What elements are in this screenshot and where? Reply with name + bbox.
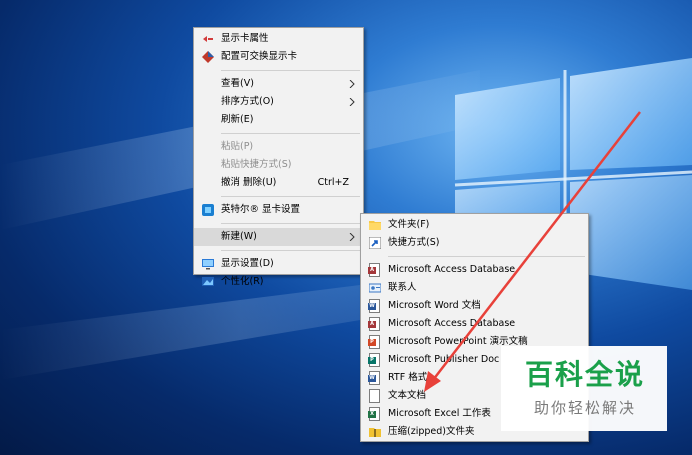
new-item-access-database-2[interactable]: A Microsoft Access Database <box>361 315 588 333</box>
intel-graphics-icon <box>202 204 214 216</box>
menu-item-label: 显示设置(D) <box>221 258 274 269</box>
menu-item-label: 粘贴(P) <box>221 141 254 152</box>
menu-item-label: Microsoft Excel 工作表 <box>388 408 491 419</box>
folder-icon <box>369 221 381 230</box>
menu-separator <box>221 196 360 197</box>
menu-item-sort-by[interactable]: 排序方式(O) <box>194 93 363 111</box>
menu-item-paste-shortcut: 粘贴快捷方式(S) <box>194 156 363 174</box>
access-icon: A <box>368 317 380 331</box>
menu-item-new[interactable]: 新建(W) <box>194 228 363 246</box>
chevron-right-icon <box>349 80 355 88</box>
new-item-word-document[interactable]: W Microsoft Word 文档 <box>361 297 588 315</box>
menu-item-view[interactable]: 查看(V) <box>194 75 363 93</box>
graphics-properties-icon <box>203 36 213 42</box>
menu-item-label: 压缩(zipped)文件夹 <box>388 426 475 437</box>
new-item-contact[interactable]: 联系人 <box>361 279 588 297</box>
menu-item-label: 配置可交换显示卡 <box>221 51 298 62</box>
new-item-shortcut[interactable]: 快捷方式(S) <box>361 234 588 252</box>
menu-item-switchable-graphics[interactable]: 配置可交换显示卡 <box>194 48 363 66</box>
menu-separator <box>221 70 360 71</box>
menu-item-label: 快捷方式(S) <box>388 237 440 248</box>
word-icon: W <box>368 299 380 313</box>
publisher-icon: P <box>368 353 380 367</box>
menu-item-label: 文件夹(F) <box>388 219 430 230</box>
personalize-icon <box>202 277 214 286</box>
zip-folder-icon <box>369 428 381 437</box>
menu-item-shortcut: Ctrl+Z <box>317 177 349 188</box>
menu-separator <box>221 250 360 251</box>
excel-icon: X <box>368 407 380 421</box>
menu-item-label: 显示卡属性 <box>221 33 269 44</box>
menu-item-label: 撤消 删除(U) <box>221 177 277 188</box>
menu-item-label: 查看(V) <box>221 78 254 89</box>
text-document-icon <box>369 389 380 403</box>
display-settings-icon <box>202 259 214 270</box>
desktop-context-menu: 显示卡属性 配置可交换显示卡 查看(V) 排序方式(O) 刷新(E) 粘贴(P)… <box>193 27 364 287</box>
menu-item-label: 英特尔® 显卡设置 <box>221 204 301 215</box>
menu-item-display-settings[interactable]: 显示设置(D) <box>194 255 363 273</box>
menu-item-label: 刷新(E) <box>221 114 254 125</box>
switchable-graphics-icon <box>202 51 214 63</box>
menu-item-label: 排序方式(O) <box>221 96 274 107</box>
menu-item-label: Microsoft Word 文档 <box>388 300 481 311</box>
rtf-icon: W <box>368 371 380 385</box>
chevron-right-icon <box>349 233 355 241</box>
menu-item-personalize[interactable]: 个性化(R) <box>194 273 363 291</box>
menu-item-label: Microsoft Access Database <box>388 318 516 329</box>
access-icon: A <box>368 263 380 277</box>
chevron-right-icon <box>349 98 355 106</box>
menu-separator <box>221 133 360 134</box>
new-item-access-database[interactable]: A Microsoft Access Database <box>361 261 588 279</box>
menu-item-label: 文本文档 <box>388 390 427 401</box>
contact-icon <box>369 283 381 293</box>
watermark-subtitle: 助你轻松解决 <box>533 399 636 417</box>
menu-item-paste: 粘贴(P) <box>194 138 363 156</box>
menu-item-label: 粘贴快捷方式(S) <box>221 159 292 170</box>
powerpoint-icon: P <box>368 335 380 349</box>
menu-item-label: 新建(W) <box>221 231 257 242</box>
menu-item-label: Microsoft Publisher Doc <box>388 354 500 365</box>
new-item-folder[interactable]: 文件夹(F) <box>361 216 588 234</box>
watermark: 百科全说 助你轻松解决 <box>501 346 667 431</box>
menu-item-label: 个性化(R) <box>221 276 264 287</box>
menu-item-undo-delete[interactable]: 撤消 删除(U) Ctrl+Z <box>194 174 363 192</box>
menu-item-intel-graphics[interactable]: 英特尔® 显卡设置 <box>194 201 363 219</box>
menu-separator <box>221 223 360 224</box>
menu-item-label: RTF 格式 <box>388 372 428 383</box>
watermark-title: 百科全说 <box>524 358 645 391</box>
menu-separator <box>388 256 585 257</box>
menu-item-refresh[interactable]: 刷新(E) <box>194 111 363 129</box>
menu-item-label: Microsoft Access Database <box>388 264 516 275</box>
shortcut-icon <box>369 237 381 249</box>
menu-item-label: 联系人 <box>388 282 417 293</box>
menu-item-graphics-properties[interactable]: 显示卡属性 <box>194 30 363 48</box>
